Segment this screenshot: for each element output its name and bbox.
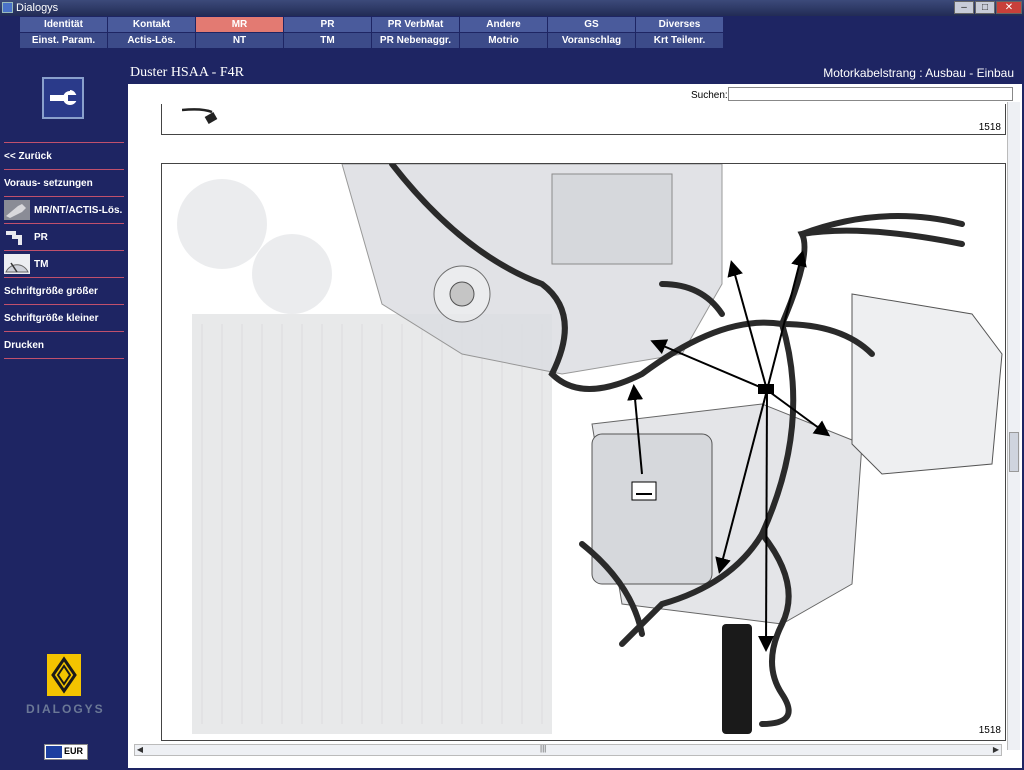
tab-nt[interactable]: NT [196, 33, 283, 48]
page-number: 1518 [978, 725, 1001, 736]
tab-gs[interactable]: GS [548, 17, 635, 32]
tab-pr-verbmat[interactable]: PR VerbMat [372, 17, 459, 32]
scroll-left-icon[interactable]: ◀ [135, 745, 145, 755]
document-page-previous: 1518 [161, 104, 1006, 135]
tab-voranschlag[interactable]: Voranschlag [548, 33, 635, 48]
tm-link[interactable]: TM [4, 250, 124, 277]
back-link-label: << Zurück [4, 150, 52, 162]
tab-einst-param[interactable]: Einst. Param. [20, 33, 107, 48]
part-icon [4, 227, 30, 247]
print-label: Drucken [4, 339, 45, 351]
tab-pr-nebenaggr[interactable]: PR Nebenaggr. [372, 33, 459, 48]
wrench-icon [4, 200, 30, 220]
prerequisites-label: Voraus- setzungen [4, 177, 93, 189]
vertical-scrollbar-thumb[interactable] [1009, 432, 1019, 472]
font-larger-label: Schriftgröße größer [4, 285, 98, 297]
cable-connector-illustration [182, 108, 218, 124]
search-label: Suchen: [691, 90, 728, 101]
currency-badge[interactable]: EUR [44, 744, 88, 760]
main-tab-bar: Identität Kontakt MR PR PR VerbMat Ander… [20, 17, 723, 48]
font-larger-link[interactable]: Schriftgröße größer [4, 277, 124, 304]
tab-actis-loes[interactable]: Actis-Lös. [108, 33, 195, 48]
dialogys-logo: DIALOGYS [26, 702, 105, 716]
sidebar-menu: << Zurück Voraus- setzungen MR/NT/ACTIS-… [4, 142, 124, 359]
print-link[interactable]: Drucken [4, 331, 124, 359]
close-button[interactable]: ✕ [996, 1, 1022, 14]
window-titlebar: Dialogys – □ ✕ [0, 0, 1024, 16]
page-number: 1518 [978, 122, 1001, 133]
prerequisites-link[interactable]: Voraus- setzungen [4, 169, 124, 196]
maximize-button[interactable]: □ [975, 1, 995, 14]
tm-label: TM [34, 258, 49, 270]
search-input[interactable] [728, 87, 1013, 101]
back-link[interactable]: << Zurück [4, 142, 124, 169]
tab-mr[interactable]: MR [196, 17, 283, 32]
scroll-grip[interactable]: ||| [540, 744, 546, 753]
mr-nt-actis-link[interactable]: MR/NT/ACTIS-Lös. [4, 196, 124, 223]
font-smaller-label: Schriftgröße kleiner [4, 312, 99, 324]
scroll-right-icon[interactable]: ▶ [991, 745, 1001, 755]
document-viewer: Suchen: 1518 1518 ◀ ||| ▶ [128, 84, 1022, 768]
vehicle-title: Duster HSAA - F4R [130, 65, 244, 80]
renault-logo-icon [47, 654, 81, 696]
sidebar: << Zurück Voraus- setzungen MR/NT/ACTIS-… [0, 52, 126, 770]
tab-krt-teilenr[interactable]: Krt Teilenr. [636, 33, 723, 48]
tab-diverses[interactable]: Diverses [636, 17, 723, 32]
tab-andere[interactable]: Andere [460, 17, 547, 32]
wrench-logo-icon [42, 77, 84, 119]
vertical-scrollbar[interactable] [1007, 102, 1020, 750]
window-title: Dialogys [16, 2, 59, 14]
engine-harness-illustration [177, 164, 1003, 734]
currency-label: EUR [64, 745, 84, 756]
tab-tm[interactable]: TM [284, 33, 371, 48]
font-smaller-link[interactable]: Schriftgröße kleiner [4, 304, 124, 331]
eu-flag-icon [46, 746, 62, 758]
app-icon [2, 2, 13, 13]
operation-title: Motorkabelstrang : Ausbau - Einbau [823, 66, 1014, 80]
pr-label: PR [34, 231, 48, 243]
tab-pr[interactable]: PR [284, 17, 371, 32]
horizontal-scrollbar[interactable]: ◀ ||| ▶ [134, 744, 1002, 756]
clock-icon [4, 254, 30, 274]
mr-nt-actis-label: MR/NT/ACTIS-Lös. [34, 204, 123, 216]
tab-kontakt[interactable]: Kontakt [108, 17, 195, 32]
minimize-button[interactable]: – [954, 1, 974, 14]
document-page-current: 1518 [161, 163, 1006, 741]
pr-link[interactable]: PR [4, 223, 124, 250]
tab-motrio[interactable]: Motrio [460, 33, 547, 48]
tab-identitaet[interactable]: Identität [20, 17, 107, 32]
window-controls: – □ ✕ [954, 1, 1022, 14]
